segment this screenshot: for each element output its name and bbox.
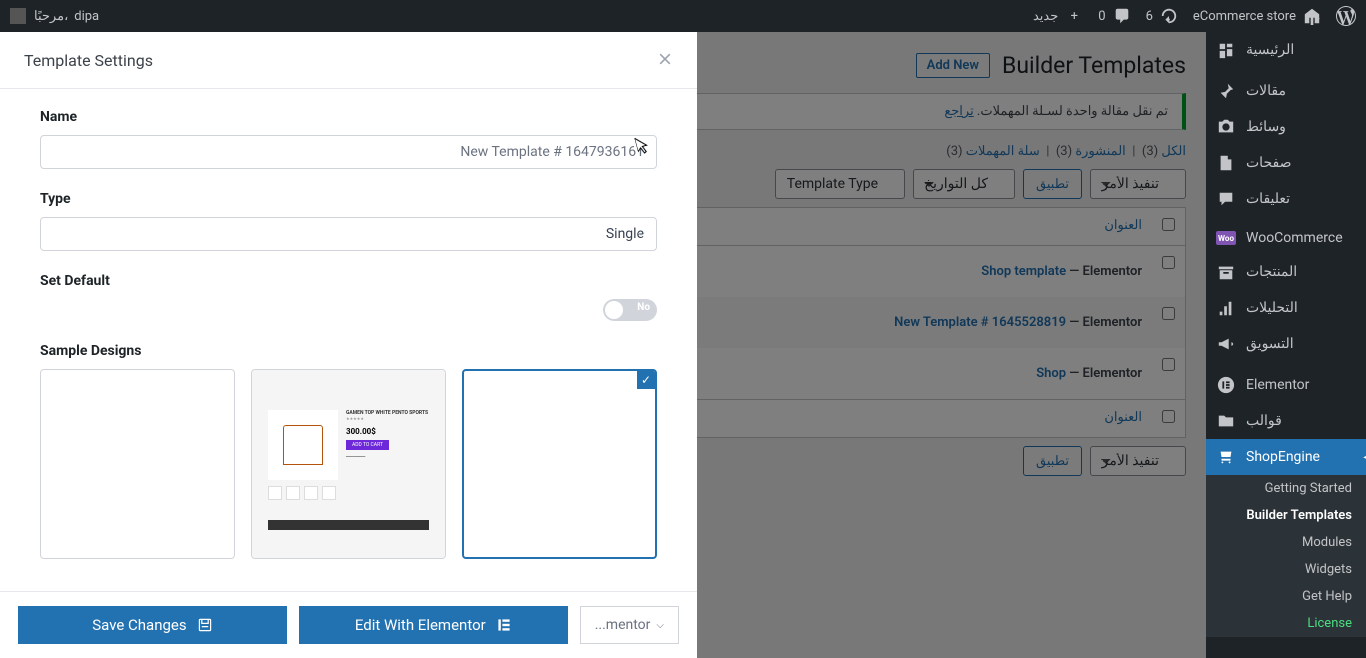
pin-icon [1216,81,1236,101]
name-label: Name [40,109,657,125]
menu-elementor[interactable]: Elementor [1206,367,1366,403]
submenu-get-help[interactable]: Get Help [1206,583,1366,610]
save-label: Save Changes [92,616,186,634]
type-label: Type [40,191,657,207]
menu-woocommerce[interactable]: WooCommerceWoo [1206,222,1366,254]
check-icon: ✓ [637,371,655,389]
preview-price: 300.00$ [346,427,429,436]
menu-products[interactable]: المنتجات [1206,254,1366,290]
menu-marketing[interactable]: التسويق [1206,326,1366,362]
name-input[interactable] [40,135,657,169]
comment-icon [1216,189,1236,209]
new-label: جديد [1033,9,1058,24]
mentor-label: ...mentor [595,617,651,633]
edit-label: Edit With Elementor [355,616,486,634]
megaphone-icon [1216,334,1236,354]
menu-posts[interactable]: مقالات [1206,73,1366,109]
menu-media[interactable]: وسائط [1206,109,1366,145]
page-icon [1216,153,1236,173]
close-button[interactable] [657,48,673,72]
submenu-getting-started[interactable]: Getting Started [1206,475,1366,502]
save-icon [197,617,213,633]
design-card-blank[interactable]: ✓ [462,369,657,559]
toggle-handle [605,301,623,319]
submenu-builder-templates[interactable]: Builder Templates [1206,502,1366,529]
folder-icon [1216,411,1236,431]
account-link[interactable]: مرحبًا، dipa [34,9,99,24]
menu-pages[interactable]: صفحات [1206,145,1366,181]
menu-comments[interactable]: تعليقات [1206,181,1366,217]
updates-count: 6 [1146,9,1153,24]
submenu-widgets[interactable]: Widgets [1206,556,1366,583]
menu-dashboard[interactable]: الرئيسية [1206,32,1366,68]
menu-analytics[interactable]: التحليلات [1206,290,1366,326]
comments-count: 0 [1098,9,1105,24]
toggle-label: No [637,302,650,313]
save-button[interactable]: Save Changes [18,606,287,644]
chevron-down-icon: ⌵ [656,620,664,631]
menu-shopengine[interactable]: ◀ShopEngine [1206,439,1366,475]
edit-elementor-button[interactable]: Edit With Elementor [299,606,568,644]
default-toggle[interactable]: No [603,299,657,321]
site-link[interactable]: eCommerce store [1193,6,1322,26]
modal-title: Template Settings [24,51,153,70]
template-settings-modal: Template Settings Name Type Single ⌵ Set… [0,32,697,658]
design-card-2[interactable] [40,369,235,559]
menu-templates[interactable]: قوالب [1206,403,1366,439]
site-name-text: eCommerce store [1193,9,1296,24]
submenu-license[interactable]: License [1206,610,1366,637]
designs-label: Sample Designs [40,343,657,359]
elementor-icon [1216,375,1236,395]
greeting-text: مرحبًا، [34,9,68,24]
comments-link[interactable]: 0 [1098,6,1131,26]
default-label: Set Default [40,273,657,289]
elementor-icon [496,617,512,633]
woo-icon: Woo [1216,231,1236,245]
media-icon [1216,117,1236,137]
username-text: dipa [74,9,99,24]
type-select[interactable]: Single [40,217,657,251]
submenu-modules[interactable]: Modules [1206,529,1366,556]
analytics-icon [1216,298,1236,318]
new-content-link[interactable]: +جديد [1033,6,1084,26]
wp-logo[interactable] [1336,6,1356,26]
avatar[interactable] [10,8,26,24]
dashboard-icon [1216,40,1236,60]
mentor-button[interactable]: ...mentor ⌵ [580,606,679,644]
products-icon [1216,262,1236,282]
design-card-sample[interactable]: GAMEN TOP WHITE PENTO SPORTS ★★★★★ 300.0… [251,369,446,559]
updates-link[interactable]: 6 [1146,6,1179,26]
shopengine-icon [1216,447,1236,467]
